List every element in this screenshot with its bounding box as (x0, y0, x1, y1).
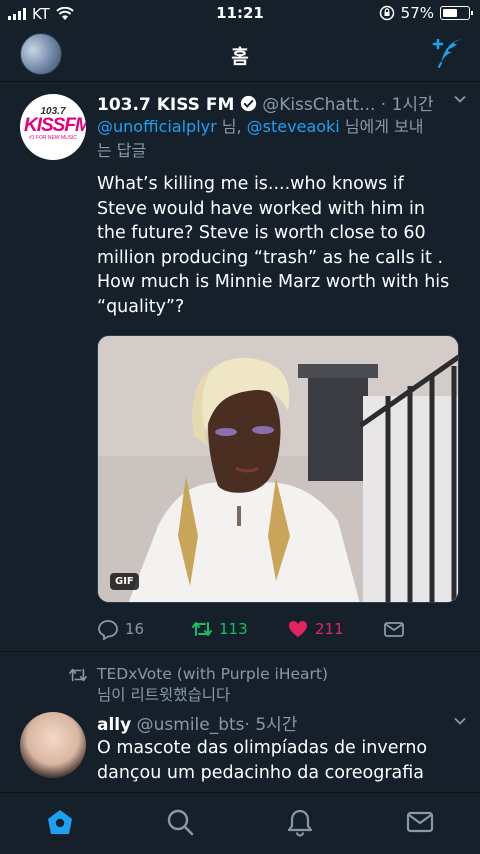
page-title: 홈 (231, 46, 249, 68)
tweet-time: · 5시간 (244, 715, 298, 735)
chevron-down-icon[interactable] (453, 92, 467, 106)
retweet-context: TEDxVote (with Purple iHeart) 님이 리트윗했습니다 (0, 664, 480, 706)
retweet-icon (69, 668, 87, 682)
author-handle[interactable]: @usmile_bts (137, 715, 245, 735)
reply-button[interactable]: 16 (97, 618, 144, 640)
reply-count: 16 (125, 620, 145, 638)
like-count: 211 (315, 620, 344, 638)
retweeted-label: 님이 리트윗했습니다 (97, 686, 231, 704)
tweet[interactable]: ally @usmile_bts· 5시간 O mascote das olim… (0, 708, 480, 792)
share-button[interactable] (383, 618, 405, 640)
tweet-author-avatar[interactable] (20, 712, 86, 778)
tweet-time: · 1시간 (380, 95, 434, 115)
kissfm-logo: 103.7 KISSFM #1 FOR NEW MUSIC (24, 106, 86, 141)
like-button[interactable]: 211 (287, 618, 344, 640)
status-bar: KT 11:21 57% (0, 0, 480, 28)
chevron-down-icon[interactable] (453, 714, 467, 728)
bottom-tab-bar (0, 792, 480, 854)
battery-percent: 57% (400, 4, 434, 22)
author-handle[interactable]: @KissChatt... (262, 95, 375, 115)
retweet-count: 113 (219, 620, 248, 638)
tweet-header: ally @usmile_bts· 5시간 (97, 710, 467, 735)
gif-badge: GIF (110, 573, 139, 590)
replying-to: @unofficialplyr 님, @steveaoki 님에게 보내는 답글 (97, 117, 424, 160)
orientation-lock-icon (379, 5, 394, 21)
retweet-icon (192, 622, 212, 636)
author-name[interactable]: 103.7 KISS FM (97, 95, 234, 115)
battery-icon (440, 6, 473, 20)
share-mail-icon (384, 622, 404, 637)
tweet-gif[interactable]: GIF (97, 335, 459, 603)
tweet-header: 103.7 KISS FM @KissChatt... · 1시간 (97, 90, 467, 115)
notifications-bell-icon[interactable] (285, 807, 315, 837)
reply-icon (98, 620, 118, 640)
messages-mail-icon[interactable] (405, 807, 435, 837)
mention-link[interactable]: @steveaoki (247, 117, 340, 136)
search-icon[interactable] (165, 807, 195, 837)
home-icon[interactable] (45, 807, 75, 837)
verified-badge-icon (240, 95, 256, 112)
heart-icon (289, 621, 307, 637)
tweet-text: O mascote das olimpíadas de inverno danç… (97, 738, 428, 783)
retweet-button[interactable]: 113 (191, 618, 248, 640)
mention-link[interactable]: @unofficialplyr (97, 117, 217, 136)
compose-tweet-icon[interactable] (428, 36, 464, 70)
tweet[interactable]: 103.7 KISSFM #1 FOR NEW MUSIC 103.7 KISS… (0, 82, 480, 652)
top-nav: 홈 (0, 28, 480, 82)
tweet-author-avatar[interactable]: 103.7 KISSFM #1 FOR NEW MUSIC (20, 94, 86, 160)
tweet-actions: 16 113 211 (97, 618, 437, 642)
retweeter-name[interactable]: TEDxVote (with Purple iHeart) (97, 664, 328, 685)
gif-frame-illustration (98, 336, 458, 602)
author-name[interactable]: ally (97, 715, 131, 735)
tweet-text: What’s killing me is....who knows if Ste… (97, 174, 450, 317)
